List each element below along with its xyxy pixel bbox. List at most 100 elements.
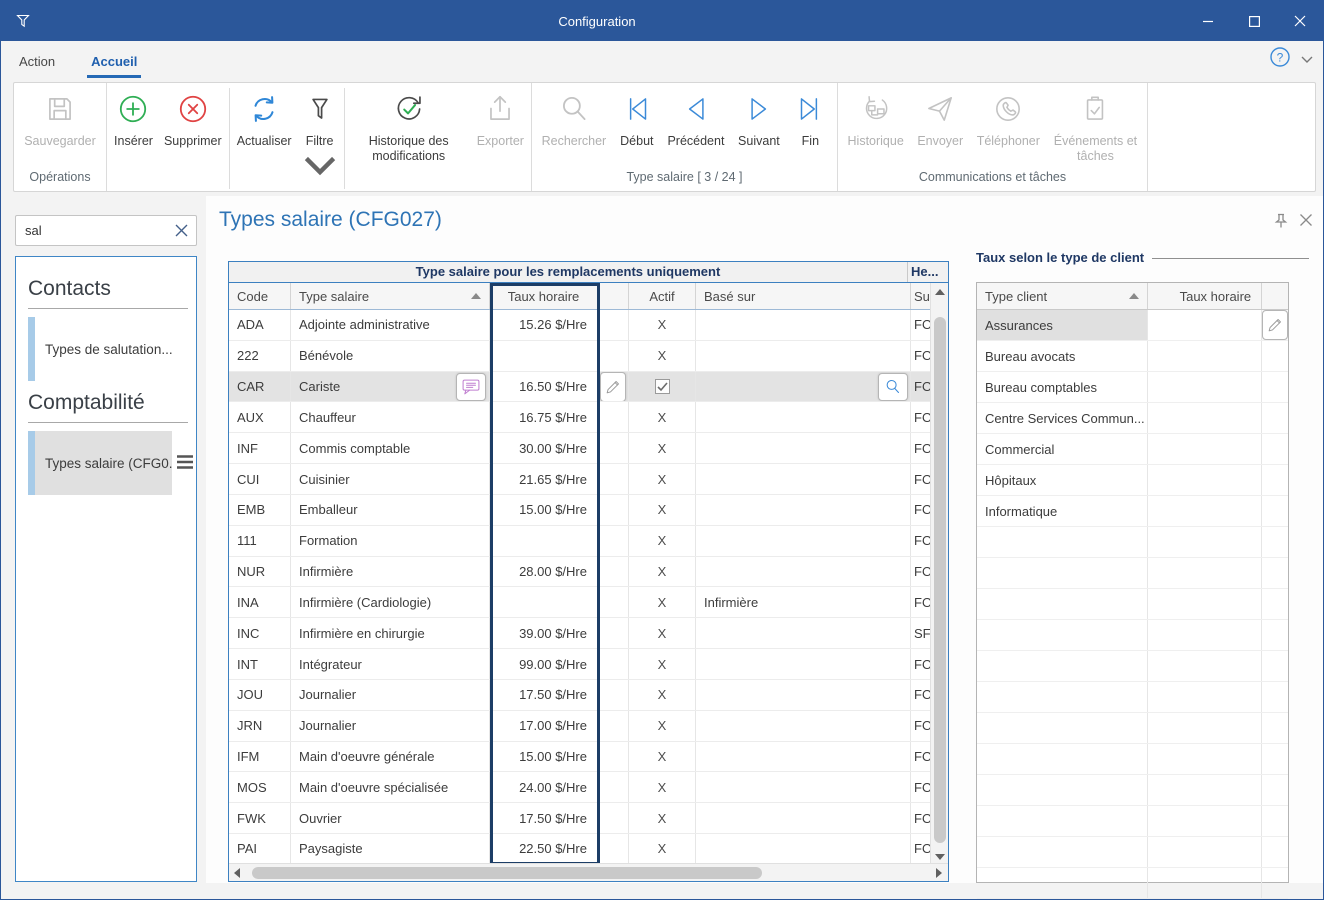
search-clear-icon[interactable] xyxy=(166,216,196,245)
column-header-type-salaire[interactable]: Type salaire xyxy=(291,283,490,309)
table-row[interactable]: INAInfirmière (Cardiologie)XInfirmièreFO xyxy=(229,587,948,618)
table-row[interactable]: Hôpitaux xyxy=(977,465,1288,496)
scrollbar-thumb[interactable] xyxy=(252,867,762,879)
envoyer-button[interactable]: Envoyer xyxy=(913,88,967,165)
close-button[interactable] xyxy=(1277,1,1323,41)
table-row-empty[interactable] xyxy=(977,651,1288,682)
minimize-button[interactable] xyxy=(1185,1,1231,41)
cell-edit xyxy=(1262,558,1288,588)
table-row[interactable]: JOUJournalier17.50 $/HreXFO xyxy=(229,680,948,711)
scrollbar-vertical[interactable] xyxy=(930,283,948,865)
column-header-taux-horaire[interactable]: Taux horaire xyxy=(490,283,598,309)
table-row-empty[interactable] xyxy=(977,682,1288,713)
table-row[interactable]: Assurances xyxy=(977,310,1288,341)
column-header-base-sur[interactable]: Basé sur xyxy=(696,283,911,309)
comment-icon[interactable] xyxy=(456,373,486,401)
table-row[interactable]: EMBEmballeur15.00 $/HreXFO xyxy=(229,495,948,526)
table-row[interactable]: Informatique xyxy=(977,496,1288,527)
fin-button[interactable]: Fin xyxy=(789,88,831,165)
table-row-empty[interactable] xyxy=(977,837,1288,868)
cell-suite: FO xyxy=(911,433,932,463)
table-row-empty[interactable] xyxy=(977,806,1288,837)
ribbon-group-communications-et-taches: HistoriqueEnvoyerTéléphonerÉvénements et… xyxy=(838,83,1148,191)
table-row-empty[interactable] xyxy=(977,620,1288,651)
help-button[interactable]: ? xyxy=(1269,46,1291,73)
sidebar-item-types-salaire[interactable]: Types salaire (CFG0... xyxy=(28,431,196,495)
table-row[interactable]: Centre Services Commun... xyxy=(977,403,1288,434)
table-row[interactable]: IFMMain d'oeuvre générale15.00 $/HreXFO xyxy=(229,742,948,773)
rechercher-button[interactable]: Rechercher xyxy=(538,88,611,165)
table-row[interactable]: NURInfirmière28.00 $/HreXFO xyxy=(229,557,948,588)
exporter-button[interactable]: Exporter xyxy=(473,88,528,189)
cell-edit xyxy=(1262,465,1288,495)
sidebar-search[interactable]: sal xyxy=(15,215,197,246)
close-panel-button[interactable] xyxy=(1299,213,1313,234)
edit-icon[interactable] xyxy=(600,372,626,402)
sidebar-item-types-de-salutation[interactable]: Types de salutation... xyxy=(28,317,196,381)
table-row[interactable]: FWKOuvrier17.50 $/HreXFO xyxy=(229,803,948,834)
scroll-left-icon[interactable] xyxy=(229,864,245,882)
table-row[interactable]: INFCommis comptable30.00 $/HreXFO xyxy=(229,433,948,464)
table-row[interactable]: CARCariste16.50 $/HreFO xyxy=(229,372,948,403)
search-input[interactable]: sal xyxy=(16,223,166,238)
cell-taux-horaire xyxy=(1148,806,1262,836)
inserer-button[interactable]: Insérer xyxy=(110,88,157,189)
column-header-type-client[interactable]: Type client xyxy=(977,283,1148,309)
cell-edit xyxy=(598,310,629,340)
table-row[interactable]: Bureau avocats xyxy=(977,341,1288,372)
table-row[interactable]: INCInfirmière en chirurgie39.00 $/HreXSF xyxy=(229,618,948,649)
hamburger-icon[interactable] xyxy=(176,454,194,475)
pin-button[interactable] xyxy=(1273,213,1289,234)
table-row[interactable]: AUXChauffeur16.75 $/HreXFO xyxy=(229,402,948,433)
column-header-taux-horaire[interactable]: Taux horaire xyxy=(1148,283,1262,309)
ribbon-button-label: Précédent xyxy=(667,134,724,149)
table-row[interactable]: 222BénévoleXFO xyxy=(229,341,948,372)
scrollbar-thumb[interactable] xyxy=(934,317,946,843)
table-row[interactable]: 111FormationXFO xyxy=(229,526,948,557)
table-row[interactable]: INTIntégrateur99.00 $/HreXFO xyxy=(229,649,948,680)
table-row-empty[interactable] xyxy=(977,527,1288,558)
table-row[interactable]: ADAAdjointe administrative15.26 $/HreXFO xyxy=(229,310,948,341)
table-row[interactable]: PAIPaysagiste22.50 $/HreXFO xyxy=(229,834,948,865)
table-row[interactable]: CUICuisinier21.65 $/HreXFO xyxy=(229,464,948,495)
table-row-empty[interactable] xyxy=(977,744,1288,775)
tab-action[interactable]: Action xyxy=(1,45,73,79)
table-row[interactable]: Bureau comptables xyxy=(977,372,1288,403)
table-row-empty[interactable] xyxy=(977,868,1288,899)
cell-actif: X xyxy=(629,803,696,833)
table-row-empty[interactable] xyxy=(977,589,1288,620)
sauvegarder-button[interactable]: Sauvegarder xyxy=(20,88,100,165)
precedent-button[interactable]: Précédent xyxy=(663,88,728,165)
column-header-actif[interactable]: Actif xyxy=(629,283,696,309)
ribbon-collapse-button[interactable] xyxy=(1301,51,1313,69)
table-row[interactable]: JRNJournalier17.00 $/HreXFO xyxy=(229,711,948,742)
table-row[interactable]: Commercial xyxy=(977,434,1288,465)
historique-des-modifications-button[interactable]: Historique des modifications xyxy=(348,88,470,189)
maximize-button[interactable] xyxy=(1231,1,1277,41)
actualiser-button[interactable]: Actualiser xyxy=(233,88,296,189)
checkbox-checked[interactable] xyxy=(655,379,670,394)
filtre-button[interactable]: Filtre xyxy=(299,88,341,189)
column-header-empty[interactable] xyxy=(1262,283,1288,309)
telephoner-button[interactable]: Téléphoner xyxy=(973,88,1044,165)
table-row-empty[interactable] xyxy=(977,713,1288,744)
debut-button[interactable]: Début xyxy=(616,88,658,165)
table-row-empty[interactable] xyxy=(977,775,1288,806)
scrollbar-horizontal[interactable] xyxy=(229,863,932,881)
cell-suite: FO xyxy=(911,402,932,432)
scroll-right-icon[interactable] xyxy=(930,863,948,881)
evenements-et-taches-button[interactable]: Événements et tâches xyxy=(1049,88,1141,165)
lookup-icon[interactable] xyxy=(878,373,908,401)
supprimer-button[interactable]: Supprimer xyxy=(160,88,226,189)
suivant-button[interactable]: Suivant xyxy=(734,88,784,165)
table-row[interactable]: MOSMain d'oeuvre spécialisée24.00 $/HreX… xyxy=(229,772,948,803)
scroll-up-icon[interactable] xyxy=(931,283,949,300)
column-header-su[interactable]: Su xyxy=(911,283,932,309)
edit-icon[interactable] xyxy=(1262,310,1288,340)
historique-button[interactable]: Historique xyxy=(844,88,908,165)
column-header-empty[interactable] xyxy=(598,283,629,309)
column-header-code[interactable]: Code xyxy=(229,283,291,309)
table-row-empty[interactable] xyxy=(977,558,1288,589)
tab-accueil[interactable]: Accueil xyxy=(73,45,155,79)
cell-edit xyxy=(1262,744,1288,774)
